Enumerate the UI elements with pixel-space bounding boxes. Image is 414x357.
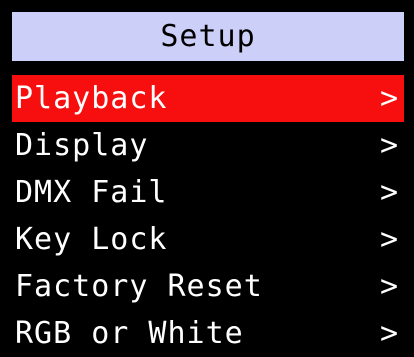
menu-item-label: Factory Reset	[15, 268, 263, 304]
menu-item-label: Display	[15, 127, 149, 163]
chevron-right-icon: >	[379, 127, 398, 163]
menu-item-label: RGB or White	[15, 315, 244, 351]
chevron-right-icon: >	[379, 221, 398, 257]
menu-item-display[interactable]: Display >	[12, 122, 404, 169]
menu-item-key-lock[interactable]: Key Lock >	[12, 216, 404, 263]
chevron-right-icon: >	[379, 315, 398, 351]
chevron-right-icon: >	[379, 268, 398, 304]
chevron-right-icon: >	[379, 80, 398, 116]
page-title: Setup	[160, 18, 256, 54]
menu-item-dmx-fail[interactable]: DMX Fail >	[12, 169, 404, 216]
title-bar: Setup	[12, 12, 404, 61]
menu-item-label: Playback	[15, 80, 168, 116]
menu-item-label: Key Lock	[15, 221, 168, 257]
menu-item-label: DMX Fail	[15, 174, 168, 210]
chevron-right-icon: >	[379, 174, 398, 210]
menu-item-playback[interactable]: Playback >	[12, 75, 404, 122]
setup-menu: Playback > Display > DMX Fail > Key Lock…	[12, 75, 404, 357]
setup-screen: Setup Playback > Display > DMX Fail > Ke…	[0, 0, 414, 356]
menu-item-factory-reset[interactable]: Factory Reset >	[12, 263, 404, 310]
menu-item-rgb-or-white[interactable]: RGB or White >	[12, 310, 404, 357]
